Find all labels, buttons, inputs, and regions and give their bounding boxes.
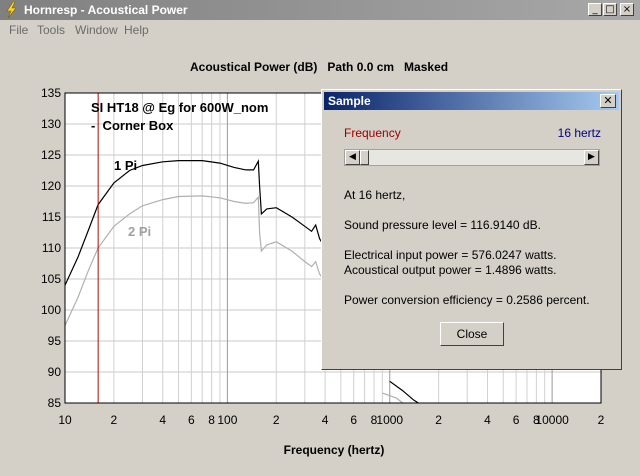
efficiency-text: Power conversion efficiency = 0.2586 per… (344, 293, 590, 307)
dialog-close-icon[interactable]: ✕ (600, 94, 616, 108)
sample-dialog: Sample ✕ Frequency 16 hertz ◀ ▶ At 16 he… (321, 89, 622, 370)
y-tick-label: 85 (48, 396, 62, 410)
x-tick-label: 2 (435, 413, 442, 427)
x-tick-label: 2 (598, 413, 605, 427)
acoustical-power-text: Acoustical output power = 1.4896 watts. (344, 263, 557, 277)
slider-right-arrow-icon[interactable]: ▶ (584, 150, 599, 165)
x-tick-label: 4 (159, 413, 166, 427)
frequency-label: Frequency (344, 126, 401, 140)
electrical-power-text: Electrical input power = 576.0247 watts. (344, 248, 557, 262)
y-tick-label: 135 (41, 86, 61, 100)
spl-text: Sound pressure level = 116.9140 dB. (344, 218, 541, 232)
y-tick-labels: 135 130 125 120 115 110 105 100 95 90 85 (41, 86, 61, 410)
x-tick-label: 4 (322, 413, 329, 427)
x-tick-labels: 10 2 4 6 8 100 2 4 6 8 1000 2 4 6 810000 2 (58, 413, 604, 427)
y-tick-label: 120 (41, 179, 61, 193)
x-tick-label: 4 (484, 413, 491, 427)
y-tick-label: 105 (41, 272, 61, 286)
label-1pi: 1 Pi (114, 158, 137, 173)
y-tick-label: 95 (48, 334, 62, 348)
x-tick-label: 2 (273, 413, 280, 427)
x-tick-label: 100 (217, 413, 237, 427)
sample-dialog-title: Sample (328, 94, 371, 108)
at-frequency-text: At 16 hertz, (344, 188, 406, 202)
y-tick-label: 100 (41, 303, 61, 317)
x-tick-label: 6 (188, 413, 195, 427)
y-tick-label: 115 (42, 210, 61, 224)
slider-thumb[interactable] (360, 150, 369, 165)
close-button[interactable]: Close (440, 322, 504, 346)
x-tick-label: 1000 (376, 413, 403, 427)
slider-left-arrow-icon[interactable]: ◀ (345, 150, 360, 165)
y-tick-label: 90 (48, 365, 62, 379)
frequency-value: 16 hertz (557, 126, 601, 140)
x-tick-label: 10000 (535, 413, 569, 427)
annotation-line2: - Corner Box (91, 118, 174, 133)
sample-dialog-titlebar[interactable]: Sample ✕ (324, 92, 619, 110)
y-tick-label: 125 (41, 148, 61, 162)
annotation-line1: SI HT18 @ Eg for 600W_nom (91, 100, 268, 115)
x-tick-label: 6 (350, 413, 357, 427)
y-tick-label: 130 (41, 117, 61, 131)
x-tick-label: 8 (208, 413, 215, 427)
x-tick-label: 2 (111, 413, 118, 427)
label-2pi: 2 Pi (128, 224, 151, 239)
frequency-slider[interactable]: ◀ ▶ (344, 149, 600, 166)
x-axis-label: Frequency (hertz) (284, 443, 385, 457)
y-tick-label: 110 (42, 241, 61, 255)
x-tick-label: 10 (58, 413, 72, 427)
x-tick-label: 6 (513, 413, 520, 427)
